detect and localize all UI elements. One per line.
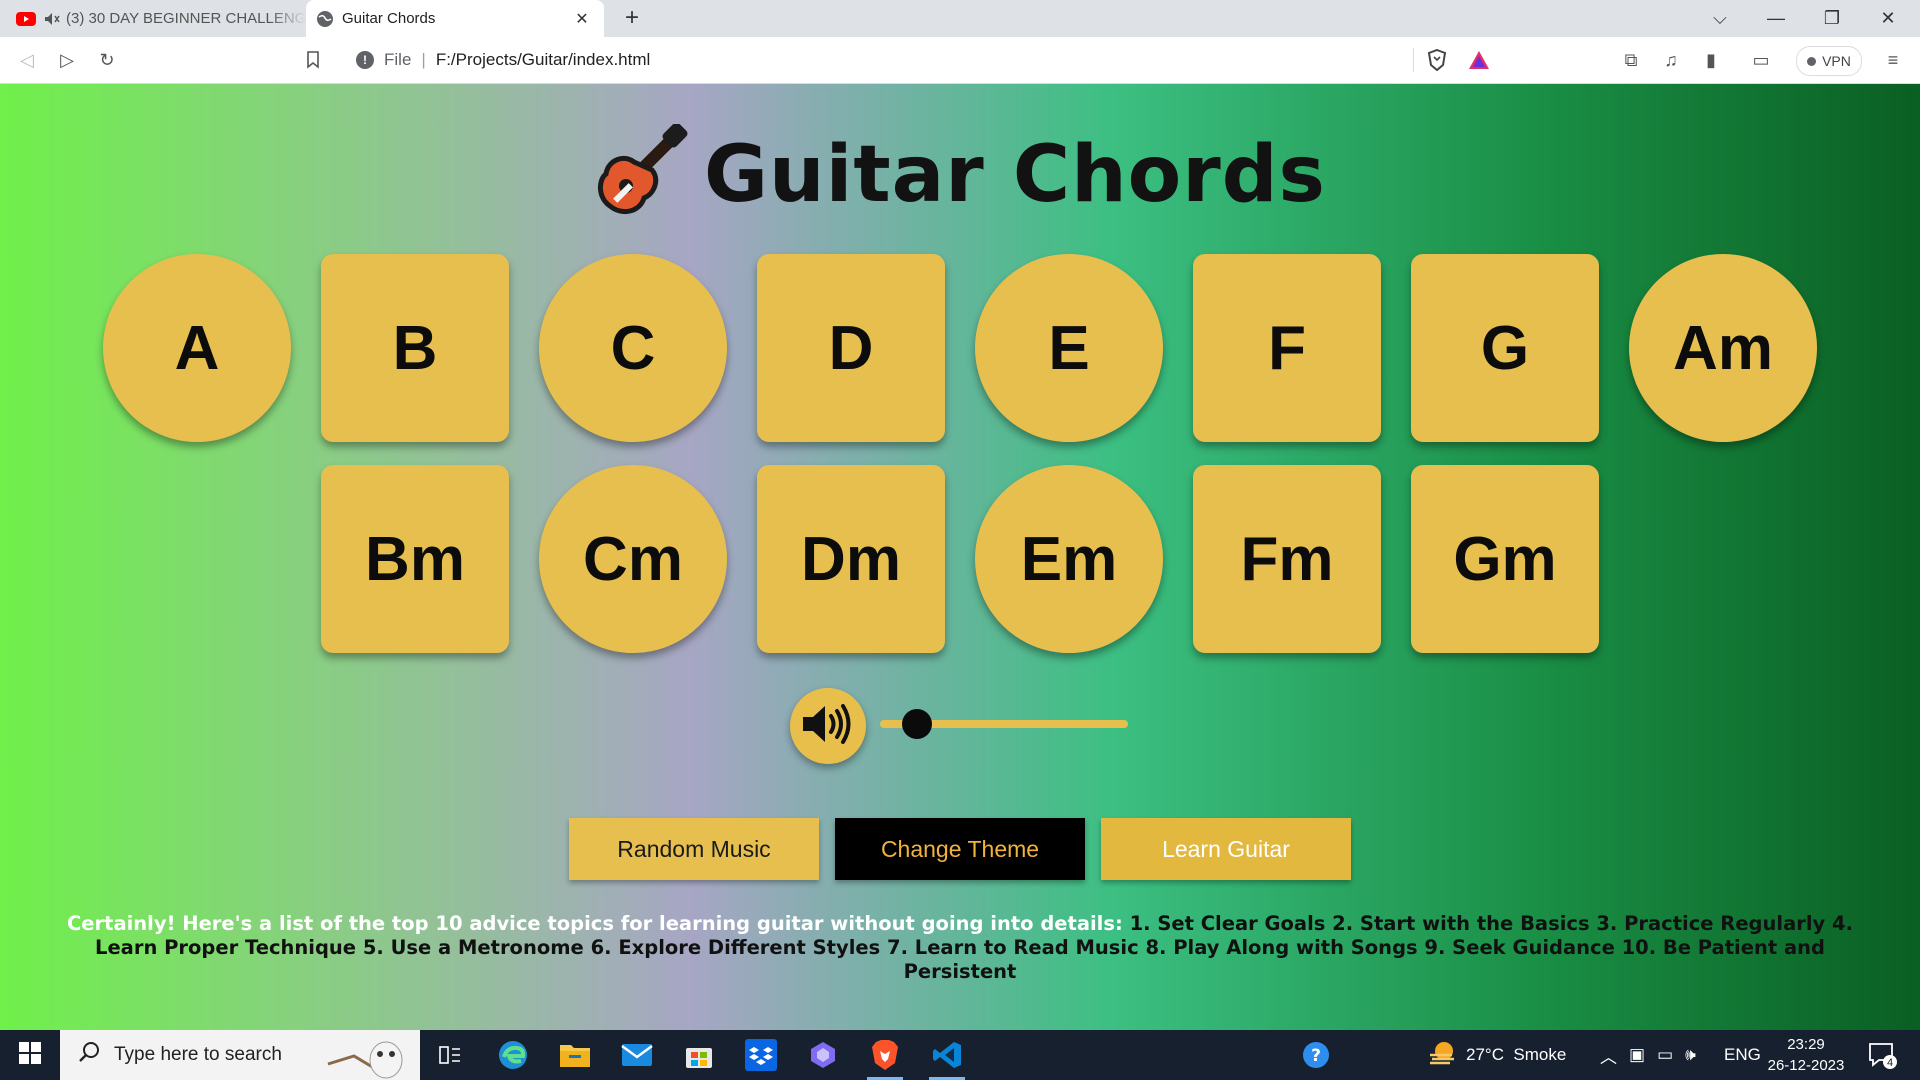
globe-icon — [316, 10, 334, 28]
system-tray-icons: ︿ ▣ ▭ 🕪 — [1600, 1030, 1696, 1080]
browser-toolbar: ◁ ▷ ↻ ! File | F:/Projects/Guitar/index.… — [0, 37, 1920, 84]
weather-smoke-icon — [1428, 1040, 1458, 1071]
chord-em-button[interactable]: Em — [975, 465, 1163, 653]
advice-lead: Certainly! Here's a list of the top 10 a… — [66, 912, 1123, 935]
random-music-button[interactable]: Random Music — [569, 818, 819, 880]
url-divider — [1413, 48, 1414, 72]
language-indicator[interactable]: ENG — [1724, 1030, 1761, 1080]
menu-icon[interactable]: ≡ — [1878, 45, 1908, 75]
vpn-status-dot — [1807, 56, 1817, 66]
page-header: Guitar Chords — [0, 122, 1920, 225]
mail-icon[interactable] — [617, 1035, 657, 1075]
tab-title: (3) 30 DAY BEGINNER CHALLENGE — [66, 10, 306, 27]
dropbox-icon[interactable] — [741, 1035, 781, 1075]
volume-slider[interactable] — [880, 709, 1128, 739]
sidebar-icon[interactable]: ▮ — [1696, 45, 1726, 75]
chord-d-button[interactable]: D — [757, 254, 945, 442]
task-view-icon[interactable] — [430, 1035, 470, 1075]
help-icon[interactable]: ? — [1296, 1035, 1336, 1075]
notification-count: 4 — [1887, 1057, 1893, 1069]
speaker-playing-icon[interactable] — [44, 12, 60, 26]
chord-b-button[interactable]: B — [321, 254, 509, 442]
wallet-icon[interactable]: ▭ — [1746, 45, 1776, 75]
chord-e-button[interactable]: E — [975, 254, 1163, 442]
weather-widget[interactable]: 27°C Smoke — [1428, 1030, 1566, 1080]
volume-slider-thumb[interactable] — [901, 709, 932, 739]
extensions-icon[interactable]: ⧉ — [1616, 45, 1646, 75]
notifications-icon[interactable]: 4 — [1862, 1035, 1902, 1075]
tab-youtube[interactable]: (3) 30 DAY BEGINNER CHALLENGE — [6, 0, 306, 37]
chord-bm-button[interactable]: Bm — [321, 465, 509, 653]
forward-icon[interactable]: ▷ — [52, 45, 82, 75]
vscode-icon[interactable] — [927, 1035, 967, 1080]
advice-text: Certainly! Here's a list of the top 10 a… — [60, 912, 1860, 984]
url-text: F:/Projects/Guitar/index.html — [435, 50, 651, 69]
guitar-icon — [594, 122, 690, 225]
chord-g-button[interactable]: G — [1411, 254, 1599, 442]
back-icon[interactable]: ◁ — [12, 45, 42, 75]
address-bar[interactable]: ! File | F:/Projects/Guitar/index.html — [340, 42, 1502, 78]
tab-search-chevron-icon[interactable]: ⌵ — [1692, 0, 1748, 37]
bookmark-icon[interactable] — [298, 45, 328, 75]
microsoft-store-icon[interactable] — [679, 1035, 719, 1075]
search-placeholder: Type here to search — [114, 1044, 282, 1065]
chord-am-button[interactable]: Am — [1629, 254, 1817, 442]
tab-strip: (3) 30 DAY BEGINNER CHALLENGE Guitar Cho… — [0, 0, 1920, 37]
chord-c-button[interactable]: C — [539, 254, 727, 442]
owl-search-highlight-icon — [324, 1034, 412, 1086]
start-button[interactable] — [0, 1030, 60, 1080]
power-automate-icon[interactable] — [803, 1035, 843, 1075]
chord-f-button[interactable]: F — [1193, 254, 1381, 442]
battery-icon[interactable]: ▭ — [1657, 1045, 1673, 1065]
brave-rewards-icon[interactable] — [1468, 50, 1490, 75]
learn-guitar-button[interactable]: Learn Guitar — [1101, 818, 1351, 880]
windows-logo-icon — [19, 1041, 41, 1069]
volume-button[interactable] — [790, 688, 866, 764]
weather-text: 27°C Smoke — [1466, 1045, 1567, 1064]
new-tab-button[interactable]: + — [618, 4, 646, 32]
tab-title: Guitar Chords — [342, 10, 436, 27]
speaker-volume-icon — [801, 703, 855, 750]
brave-browser-icon[interactable] — [865, 1035, 905, 1080]
taskbar-search-box[interactable]: Type here to search — [60, 1030, 420, 1080]
reload-icon[interactable]: ↻ — [92, 45, 122, 75]
chord-dm-button[interactable]: Dm — [757, 465, 945, 653]
page-content: Guitar Chords A B C D E F G Am Bm Cm Dm … — [0, 84, 1920, 1030]
minimize-button[interactable]: — — [1748, 0, 1804, 37]
clock[interactable]: 23:29 26-12-2023 — [1766, 1034, 1846, 1076]
chord-fm-button[interactable]: Fm — [1193, 465, 1381, 653]
meet-now-icon[interactable]: ▣ — [1629, 1045, 1645, 1065]
restore-button[interactable]: ❐ — [1804, 0, 1860, 37]
clock-time: 23:29 — [1787, 1036, 1825, 1053]
change-theme-button[interactable]: Change Theme — [835, 818, 1085, 880]
tab-guitar-chords[interactable]: Guitar Chords ✕ — [306, 0, 604, 37]
chord-gm-button[interactable]: Gm — [1411, 465, 1599, 653]
windows-taskbar: Type here to search ? 27°C Smoke ︿ ▣ ▭ 🕪… — [0, 1030, 1920, 1080]
url-scheme: File — [384, 50, 412, 69]
media-icon[interactable]: ♫ — [1656, 45, 1686, 75]
brave-shields-icon[interactable] — [1426, 48, 1448, 76]
chord-a-button[interactable]: A — [103, 254, 291, 442]
file-explorer-icon[interactable] — [555, 1035, 595, 1075]
volume-tray-icon[interactable]: 🕪 — [1685, 1045, 1696, 1065]
vpn-button[interactable]: VPN — [1796, 46, 1862, 76]
search-icon — [78, 1041, 100, 1069]
close-tab-icon[interactable]: ✕ — [570, 7, 594, 31]
vpn-label: VPN — [1822, 53, 1851, 69]
svg-text:?: ? — [1311, 1046, 1321, 1066]
edge-icon[interactable] — [493, 1035, 533, 1075]
close-window-button[interactable]: ✕ — [1860, 0, 1916, 37]
url-separator: | — [421, 50, 426, 69]
show-hidden-icons-chevron-icon[interactable]: ︿ — [1600, 1043, 1617, 1068]
clock-date: 26-12-2023 — [1767, 1057, 1845, 1074]
site-info-icon[interactable]: ! — [356, 51, 374, 69]
youtube-icon — [16, 11, 36, 26]
chord-cm-button[interactable]: Cm — [539, 465, 727, 653]
page-title: Guitar Chords — [704, 129, 1326, 220]
